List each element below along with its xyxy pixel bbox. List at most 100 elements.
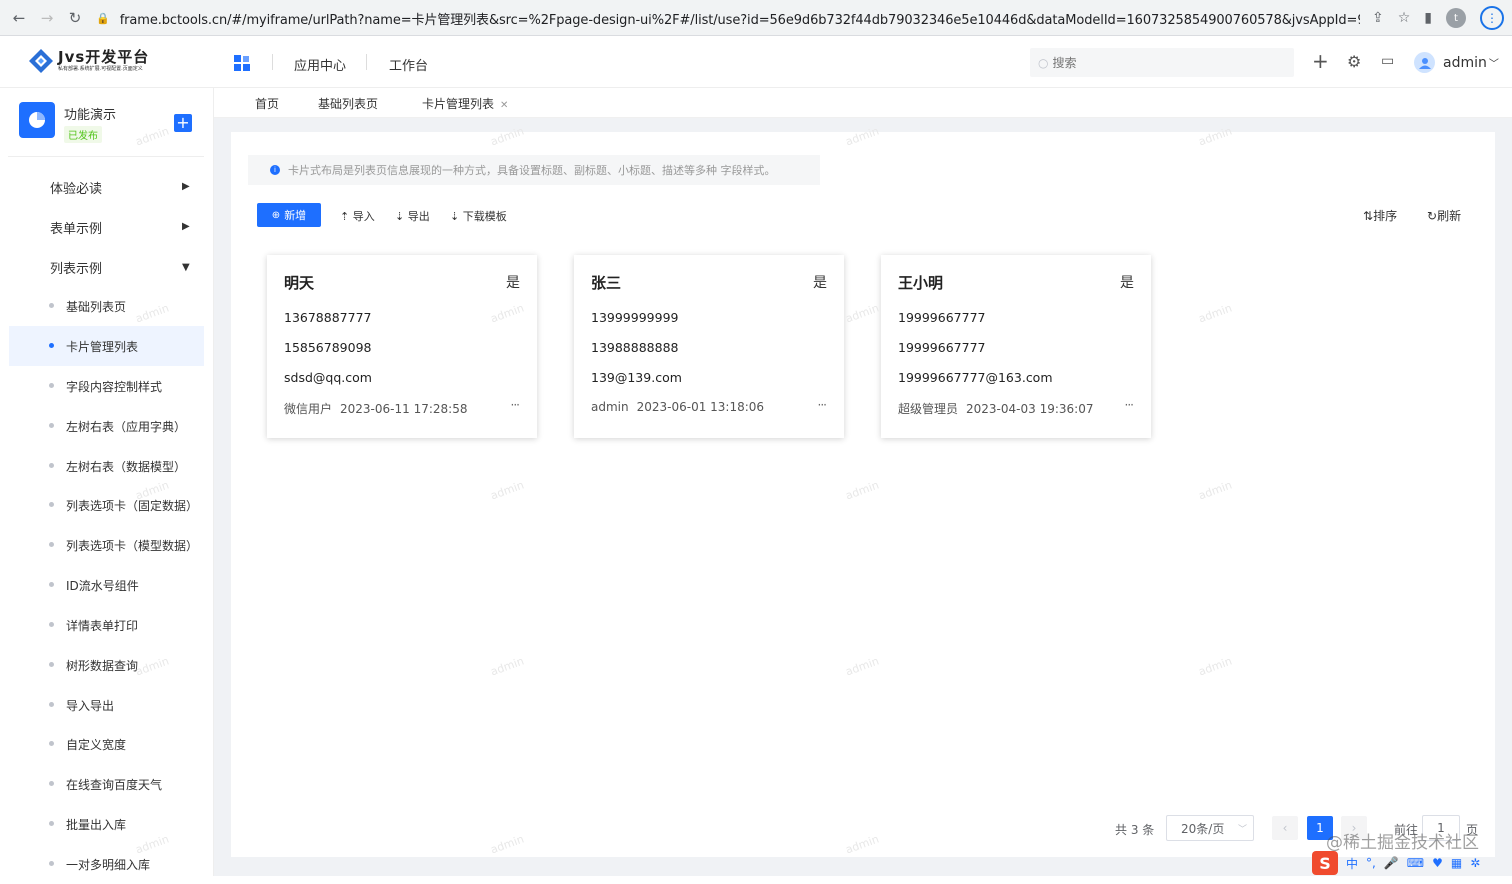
bullet-icon [49, 861, 54, 866]
card-footer: 微信用户 2023-06-11 17:28:58 [284, 400, 467, 417]
download-template-button[interactable]: ⇣ 下载模板 [450, 208, 507, 224]
sidebar-item[interactable]: 自定义宽度 [0, 724, 204, 764]
sidebar-item-label: 树形数据查询 [66, 658, 139, 673]
card-flag: 是 [506, 275, 520, 291]
punctuation-icon[interactable]: °, [1366, 856, 1376, 870]
card-email: sdsd@qq.com [284, 370, 372, 385]
sidebar-item[interactable]: 批量出入库 [0, 804, 204, 844]
sidebar-item-label: 列表选项卡（模型数据） [66, 538, 199, 553]
page-size-select[interactable]: 20条/页 ﹀ [1166, 815, 1254, 841]
apps-grid-icon[interactable]: ▦ [1451, 856, 1462, 870]
ime-toolbar[interactable]: S 中 °, 🎤 ⌨ ♥ ▦ ✲ [1312, 850, 1492, 876]
search-input[interactable] [1052, 55, 1283, 70]
user-menu[interactable]: admin ﹀ [1414, 52, 1499, 73]
skin-icon[interactable]: ♥ [1432, 856, 1443, 870]
card-creator: 超级管理员 [898, 402, 959, 416]
logo[interactable]: Jvs开发平台 私有部署.系统扩展.可视配置.页面定义 [28, 48, 149, 74]
refresh-button[interactable]: ↻刷新 [1427, 207, 1461, 224]
bullet-icon [49, 303, 54, 308]
sidebar-item-label: 列表选项卡（固定数据） [66, 498, 199, 513]
nav-app-center[interactable]: 应用中心 [294, 55, 346, 74]
settings-gear-icon[interactable]: ⚙ [1347, 52, 1361, 71]
add-icon[interactable]: + [1312, 49, 1329, 73]
record-card[interactable]: 王小明 是 19999667777 19999667777 1999966777… [881, 255, 1151, 438]
record-card[interactable]: 张三 是 13999999999 13988888888 139@139.com… [574, 255, 844, 438]
add-button[interactable]: ⊕ 新增 [257, 203, 321, 227]
card-flag: 是 [1120, 275, 1134, 291]
tab-home[interactable]: 首页 [255, 95, 279, 112]
keyboard-icon[interactable]: ⌨ [1407, 856, 1424, 870]
bullet-icon [49, 463, 54, 468]
sidepanel-icon[interactable]: ▮ [1424, 10, 1432, 26]
address-bar[interactable]: 🔒 frame.bctools.cn/#/myiframe/urlPath?na… [96, 4, 1414, 32]
sidebar-item[interactable]: 导入导出 [0, 685, 204, 725]
forward-icon[interactable]: → [33, 9, 61, 27]
card-phone: 13678887777 [284, 310, 372, 325]
sidebar-item-label: 左树右表（应用字典） [66, 419, 187, 434]
sidebar-item[interactable]: 列表选项卡（固定数据） [0, 485, 204, 525]
card-phone-2: 19999667777 [898, 340, 986, 355]
download-template-label: 下载模板 [462, 210, 507, 223]
message-icon[interactable]: ▭ [1381, 53, 1394, 69]
app-name: 功能演示 [64, 108, 117, 123]
card-footer: admin 2023-06-01 13:18:06 [591, 400, 764, 414]
url-text[interactable]: frame.bctools.cn/#/myiframe/urlPath?name… [120, 9, 1360, 28]
sort-button[interactable]: ⇅排序 [1363, 207, 1397, 224]
tab-label: 卡片管理列表 [422, 97, 495, 111]
export-button[interactable]: ⇣ 导出 [395, 208, 430, 224]
notice-text: 卡片式布局是列表页信息展现的一种方式，具备设置标题、副标题、小标题、描述等多种 … [288, 164, 776, 177]
info-notice: i 卡片式布局是列表页信息展现的一种方式，具备设置标题、副标题、小标题、描述等多… [248, 155, 820, 185]
bullet-icon [49, 622, 54, 627]
sidebar-item[interactable]: 在线查询百度天气 [0, 764, 204, 804]
sidebar-item[interactable]: 一对多明细入库 [0, 844, 204, 884]
status-badge: 已发布 [64, 126, 102, 143]
app-info: 功能演示 已发布 + [19, 102, 209, 148]
tab-card-list[interactable]: 卡片管理列表 ✕ [404, 95, 517, 120]
sidebar-item[interactable]: ID流水号组件 [0, 565, 204, 605]
bullet-icon [49, 542, 54, 547]
import-button[interactable]: ⇡ 导入 [340, 208, 375, 224]
bullet-icon [49, 502, 54, 507]
sidebar-group-guide[interactable]: 体验必读 [50, 178, 102, 197]
card-phone: 13999999999 [591, 310, 679, 325]
profile-avatar[interactable]: t [1446, 8, 1466, 28]
browser-menu-icon[interactable]: ⋮ [1480, 6, 1504, 30]
sidebar-group-forms[interactable]: 表单示例 [50, 218, 102, 237]
sidebar-item-label: 批量出入库 [66, 817, 127, 832]
more-icon[interactable]: ··· [511, 398, 521, 412]
bookmark-star-icon[interactable]: ☆ [1398, 10, 1411, 26]
microphone-icon[interactable]: 🎤 [1384, 856, 1399, 870]
more-icon[interactable]: ··· [818, 398, 828, 412]
sidebar-item-label: 左树右表（数据模型） [66, 459, 187, 474]
close-icon[interactable]: ✕ [500, 100, 508, 111]
more-icon[interactable]: ··· [1125, 398, 1135, 412]
chevron-down-icon: ﹀ [1237, 824, 1247, 835]
browser-toolbar: ← → ↻ 🔒 frame.bctools.cn/#/myiframe/urlP… [0, 0, 1512, 36]
tab-basic-list[interactable]: 基础列表页 [318, 95, 378, 112]
chevron-down-icon: ﹀ [1488, 59, 1499, 70]
caret-down-icon: ▼ [182, 262, 190, 273]
sidebar-item[interactable]: 字段内容控制样式 [0, 366, 204, 406]
bullet-icon [49, 781, 54, 786]
ime-settings-icon[interactable]: ✲ [1470, 856, 1480, 870]
search-box[interactable]: ○ [1030, 48, 1294, 77]
back-icon[interactable]: ← [5, 9, 33, 27]
sidebar-item[interactable]: 左树右表（数据模型） [0, 446, 204, 486]
add-page-button[interactable]: + [174, 114, 192, 132]
sidebar-item[interactable]: 基础列表页 [0, 286, 204, 326]
sidebar-group-lists[interactable]: 列表示例 [50, 258, 102, 277]
share-icon[interactable]: ⇪ [1372, 10, 1384, 26]
record-card[interactable]: 明天 是 13678887777 15856789098 sdsd@qq.com… [267, 255, 537, 438]
sidebar-item[interactable]: 详情表单打印 [0, 605, 204, 645]
ime-language[interactable]: 中 [1346, 855, 1358, 872]
prev-page-button[interactable]: ‹ [1272, 816, 1298, 840]
sidebar-item-active[interactable]: 卡片管理列表 [9, 326, 204, 366]
sidebar-item[interactable]: 左树右表（应用字典） [0, 406, 204, 446]
reload-icon[interactable]: ↻ [61, 9, 89, 27]
pagination-total: 共 3 条 [1115, 823, 1155, 837]
app-grid-icon[interactable] [234, 55, 250, 71]
nav-workbench[interactable]: 工作台 [389, 55, 428, 74]
sidebar-item[interactable]: 列表选项卡（模型数据） [0, 525, 204, 565]
sidebar-item[interactable]: 树形数据查询 [0, 645, 204, 685]
card-creator: 微信用户 [284, 402, 333, 416]
